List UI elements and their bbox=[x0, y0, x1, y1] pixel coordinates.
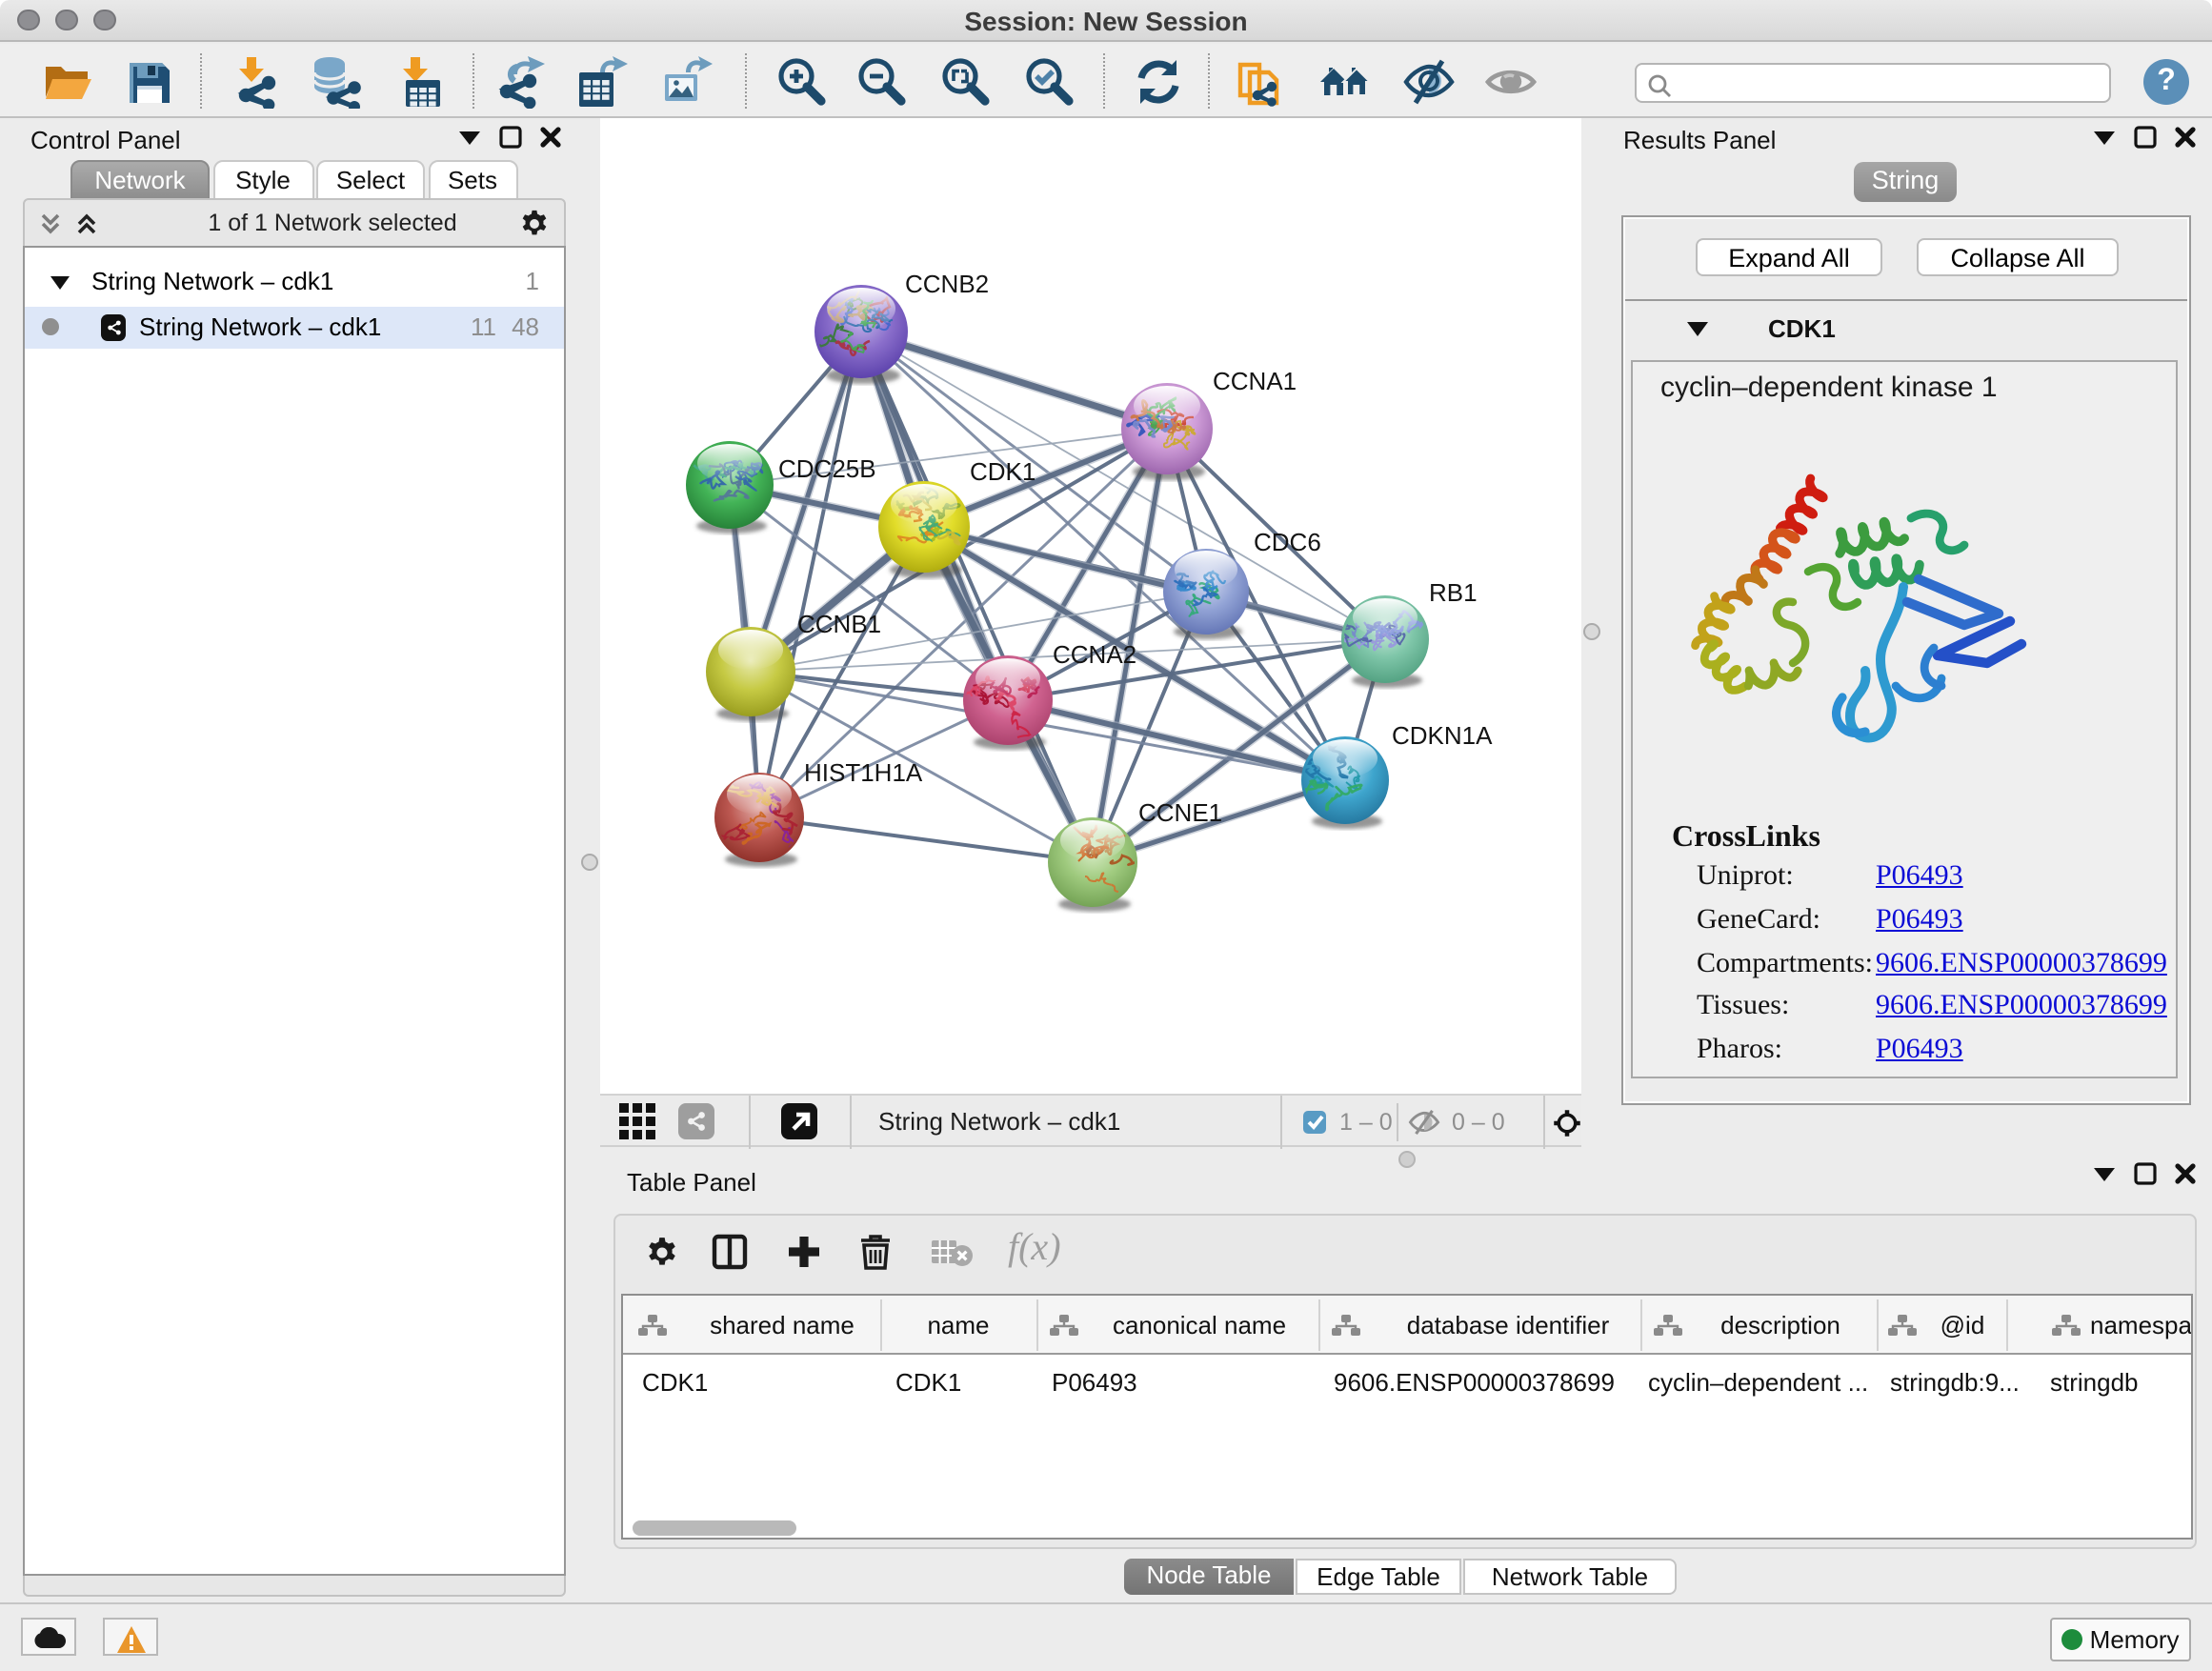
svg-text:CDKN1A: CDKN1A bbox=[1392, 721, 1493, 750]
svg-text:HIST1H1A: HIST1H1A bbox=[804, 758, 923, 787]
svg-text:CDC25B: CDC25B bbox=[778, 454, 876, 483]
svg-text:RB1: RB1 bbox=[1429, 578, 1478, 607]
svg-text:CCNB2: CCNB2 bbox=[905, 270, 989, 298]
svg-text:CCNE1: CCNE1 bbox=[1138, 798, 1222, 827]
svg-text:CDC6: CDC6 bbox=[1254, 528, 1321, 556]
svg-text:CCNB1: CCNB1 bbox=[797, 610, 881, 638]
svg-text:CDK1: CDK1 bbox=[970, 457, 1036, 486]
svg-text:CCNA1: CCNA1 bbox=[1213, 367, 1297, 395]
svg-text:CCNA2: CCNA2 bbox=[1053, 640, 1136, 669]
